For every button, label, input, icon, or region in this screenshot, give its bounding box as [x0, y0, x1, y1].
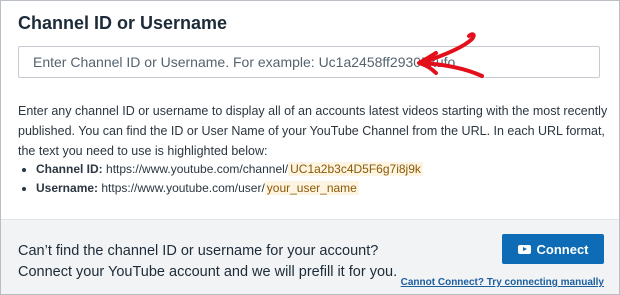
username-example: Username: https://www.youtube.com/user/y…	[36, 179, 423, 198]
youtube-icon	[517, 244, 531, 254]
example-highlight: your_user_name	[264, 181, 359, 195]
footer-line-2: Connect your YouTube account and we will…	[18, 264, 398, 280]
example-label: Username:	[36, 181, 99, 195]
connect-button-label: Connect	[536, 241, 589, 257]
url-examples-list: Channel ID: https://www.youtube.com/chan…	[18, 160, 423, 198]
example-url: https://www.youtube.com/channel/	[106, 162, 289, 176]
footer-message: Can’t find the channel ID or username fo…	[18, 241, 397, 283]
section-title: Channel ID or Username	[18, 13, 228, 33]
connect-manually-link[interactable]: Cannot Connect? Try connecting manually	[401, 277, 604, 288]
example-label: Channel ID:	[36, 162, 103, 176]
channel-id-example: Channel ID: https://www.youtube.com/chan…	[36, 160, 423, 179]
help-description: Enter any channel ID or username to disp…	[18, 104, 608, 158]
example-highlight: UC1a2b3c4D5F6g7i8j9k	[288, 162, 423, 176]
red-arrow-icon	[417, 32, 484, 78]
footer-line-1: Can’t find the channel ID or username fo…	[18, 243, 379, 259]
channel-settings-panel: Channel ID or Username Enter any channel…	[0, 0, 620, 295]
connect-button[interactable]: Connect	[502, 234, 604, 264]
connect-footer: Can’t find the channel ID or username fo…	[1, 219, 619, 294]
example-url: https://www.youtube.com/user/	[101, 181, 265, 195]
